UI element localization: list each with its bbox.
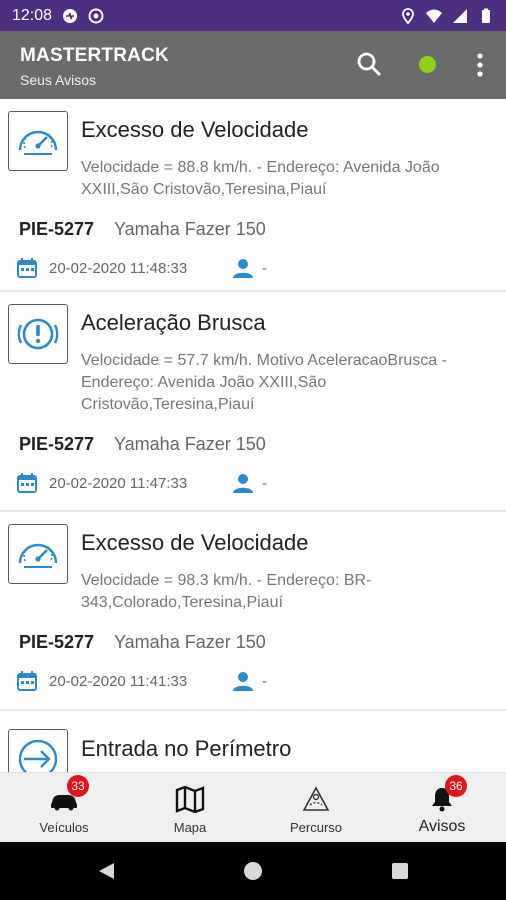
speedometer-icon [18, 130, 58, 155]
alert-title: Aceleração Brusca [81, 310, 266, 335]
alert-title: Excesso de Velocidade [81, 530, 309, 555]
speedometer-icon [18, 543, 58, 568]
route-icon [302, 786, 330, 811]
alert-datetime: 20-02-2020 11:47:33 [49, 475, 188, 492]
person-icon [233, 672, 253, 691]
vehicle-model: Yamaha Fazer 150 [114, 632, 266, 652]
nav-label: Veículos [39, 820, 89, 835]
battery-icon [482, 8, 490, 23]
notification-icon [63, 8, 78, 23]
location-icon [402, 7, 414, 24]
connection-status-indicator [419, 56, 436, 73]
vehicles-count-badge: 33 [67, 775, 89, 797]
alert-circle-icon [17, 318, 59, 350]
wifi-icon [426, 9, 442, 23]
alert-card[interactable]: Aceleração Brusca Velocidade = 57.7 km/h… [0, 292, 506, 512]
person-icon [233, 259, 253, 278]
alert-type-icon-frame [8, 524, 68, 584]
status-bar: 12:08 [0, 0, 506, 31]
nav-mapa[interactable]: Mapa [127, 773, 253, 843]
more-options-icon[interactable] [470, 51, 490, 79]
driver-name: - [262, 260, 267, 277]
vehicle-model: Yamaha Fazer 150 [114, 219, 266, 239]
enter-perimeter-icon [18, 739, 58, 772]
alert-description: Velocidade = 57.7 km/h. Motivo Aceleraca… [81, 352, 447, 413]
vehicle-plate: PIE-5277 [19, 632, 95, 652]
alert-title: Excesso de Velocidade [81, 117, 309, 142]
recents-icon[interactable] [390, 861, 410, 881]
nav-label: Percurso [289, 820, 343, 835]
home-icon[interactable] [243, 861, 263, 881]
alert-datetime: 20-02-2020 11:41:33 [49, 673, 188, 690]
alert-title: Entrada no Perímetro [81, 736, 292, 761]
system-navigation-bar [0, 842, 506, 900]
bottom-navigation: 33 Veículos Mapa Percurso 36 Avisos [0, 772, 506, 842]
app-notification-icon [88, 8, 104, 23]
app-bar: MASTERTRACK Seus Avisos [0, 31, 506, 99]
signal-icon [453, 8, 467, 23]
alert-description: Velocidade = 88.8 km/h. - Endereço: Aven… [81, 159, 440, 198]
nav-percurso[interactable]: Percurso [253, 773, 379, 843]
driver-name: - [262, 673, 267, 690]
nav-veiculos[interactable]: 33 Veículos [1, 773, 127, 843]
calendar-icon [17, 671, 37, 691]
vehicle-plate: PIE-5277 [19, 434, 95, 454]
alert-card[interactable]: Entrada no Perímetro [0, 711, 506, 772]
alert-type-icon-frame [8, 304, 68, 364]
person-icon [233, 474, 253, 493]
map-icon [175, 785, 205, 814]
alerts-count-badge: 36 [445, 775, 467, 797]
page-subtitle: Seus Avisos [20, 72, 97, 88]
search-icon[interactable] [356, 51, 382, 77]
status-time: 12:08 [12, 6, 53, 24]
alert-datetime: 20-02-2020 11:48:33 [49, 260, 188, 277]
calendar-icon [17, 473, 37, 493]
alert-type-icon-frame [8, 729, 68, 772]
alert-card[interactable]: Excesso de Velocidade Velocidade = 98.3 … [0, 512, 506, 711]
calendar-icon [17, 258, 37, 278]
back-icon[interactable] [96, 861, 116, 881]
app-title: MASTERTRACK [20, 45, 169, 66]
alert-description: Velocidade = 98.3 km/h. - Endereço: BR-3… [81, 572, 372, 611]
alert-card[interactable]: Excesso de Velocidade Velocidade = 88.8 … [0, 99, 506, 292]
nav-label: Avisos [418, 818, 466, 835]
nav-label: Mapa [173, 820, 207, 835]
vehicle-plate: PIE-5277 [19, 219, 95, 239]
alerts-list[interactable]: Excesso de Velocidade Velocidade = 88.8 … [0, 99, 506, 772]
driver-name: - [262, 475, 267, 492]
vehicle-model: Yamaha Fazer 150 [114, 434, 266, 454]
alert-type-icon-frame [8, 111, 68, 171]
nav-avisos[interactable]: 36 Avisos [379, 773, 505, 843]
